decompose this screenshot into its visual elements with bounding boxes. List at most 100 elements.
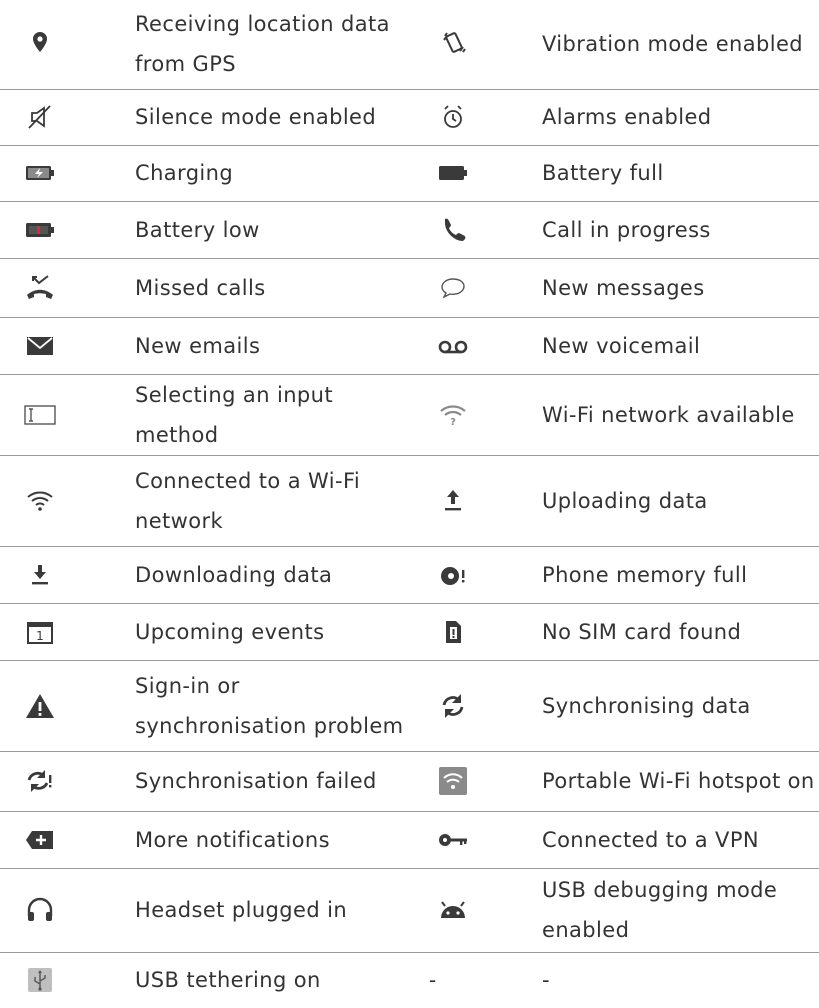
left-description: Receiving location data from GPS [135,12,390,77]
right-icon-cell [413,660,542,751]
sync-failed-icon [20,761,60,801]
left-description: Sign-in or synchronisation problem [135,673,404,738]
right-description: USB debugging mode enabled [542,878,778,942]
left-icon-cell [0,317,135,374]
icon-row: Sign-in or synchronisation problem Synchr… [0,660,819,751]
icon-row: Missed calls New messages [0,258,819,317]
icon-row: Receiving location data from GPS Vibratio… [0,0,819,89]
right-description: Vibration mode enabled [542,32,804,57]
left-description: Synchronisation failed [135,769,377,793]
left-icon-cell [0,811,135,868]
left-icon-cell [0,258,135,317]
hotspot-icon [433,761,473,801]
right-description: No SIM card found [542,619,742,644]
left-icon-cell [0,952,135,1007]
icon-row: Silence mode enabled Alarms enabled [0,89,819,145]
left-description: Missed calls [135,275,266,300]
message-bubble-icon [433,268,473,308]
right-description: New messages [542,275,705,300]
right-icon-cell: - [413,952,542,1007]
left-icon-cell [0,868,135,952]
left-description: Selecting an input method [135,382,334,447]
left-icon-cell [0,455,135,546]
icon-row: USB tethering on - - [0,952,819,1007]
voicemail-icon [433,326,473,366]
left-icon-cell [0,546,135,603]
right-icon-cell [413,145,542,201]
missed-call-icon [20,268,60,308]
left-description: Silence mode enabled [135,105,377,129]
right-description: - [542,967,550,992]
svg-text:?: ? [450,417,456,428]
left-description: Charging [135,161,234,185]
left-description: Headset plugged in [135,898,348,922]
right-description: Alarms enabled [542,105,712,129]
right-icon-cell [413,317,542,374]
left-icon-cell: 1 [0,603,135,660]
icon-row: Downloading data Phone memory full [0,546,819,603]
left-description: Downloading data [135,562,333,587]
left-icon-cell [0,145,135,201]
right-icon-cell [413,811,542,868]
battery-charging-icon [20,153,60,193]
right-icon-cell [413,201,542,258]
right-description: Portable Wi-Fi hotspot on [542,769,815,793]
envelope-icon [20,326,60,366]
status-icons-table: Receiving location data from GPS Vibratio… [0,0,819,1007]
left-icon-cell [0,751,135,811]
left-icon-cell [0,660,135,751]
right-icon-cell [413,868,542,952]
wifi-available-icon: ? [433,395,473,435]
right-icon-cell [413,546,542,603]
right-icon-cell [413,89,542,145]
wifi-connected-icon [20,481,60,521]
right-description: Uploading data [542,488,708,513]
icon-row: More notifications Connected to a VPN [0,811,819,868]
right-description: Wi-Fi network available [542,402,795,427]
right-description: Connected to a VPN [542,827,759,852]
calendar-icon: 1 [20,612,60,652]
icon-row: Headset plugged in USB debugging mode ena… [0,868,819,952]
input-method-icon [20,395,60,435]
left-description: More notifications [135,827,330,852]
silent-mode-icon [20,97,60,137]
left-icon-cell [0,201,135,258]
svg-text:1: 1 [36,629,44,643]
icon-row: 1 Upcoming events No SIM card found [0,603,819,660]
right-icon-cell [413,258,542,317]
headset-icon [20,890,60,930]
download-icon [20,555,60,595]
left-icon-cell [0,0,135,89]
right-description: Call in progress [542,217,711,242]
right-icon-cell: ? [413,374,542,455]
right-icon-cell [413,0,542,89]
icon-row: Connected to a Wi-Fi network Uploading da… [0,455,819,546]
left-description: Battery low [135,217,260,242]
alarm-clock-icon [433,97,473,137]
right-description: Phone memory full [542,562,748,587]
vibration-icon [433,24,473,64]
left-icon-cell [0,374,135,455]
empty-icon-dash: - [429,967,437,992]
left-description: New emails [135,333,261,358]
battery-low-icon [20,210,60,250]
battery-full-icon [433,153,473,193]
left-description: USB tethering on [135,967,321,992]
right-icon-cell [413,455,542,546]
right-icon-cell [413,751,542,811]
icon-row: Charging Battery full [0,145,819,201]
more-notifications-icon [20,820,60,860]
phone-call-icon [433,210,473,250]
vpn-key-icon [433,820,473,860]
right-description: Synchronising data [542,693,751,718]
sync-icon [433,686,473,726]
icon-row: Battery low Call in progress [0,201,819,258]
location-pin-icon [20,24,60,64]
upload-icon [433,481,473,521]
right-description: Battery full [542,161,664,185]
icon-row: Synchronisation failed Portable Wi-Fi hot… [0,751,819,811]
warning-triangle-icon [20,686,60,726]
right-icon-cell [413,603,542,660]
usb-icon [20,960,60,1000]
no-sim-icon [433,612,473,652]
